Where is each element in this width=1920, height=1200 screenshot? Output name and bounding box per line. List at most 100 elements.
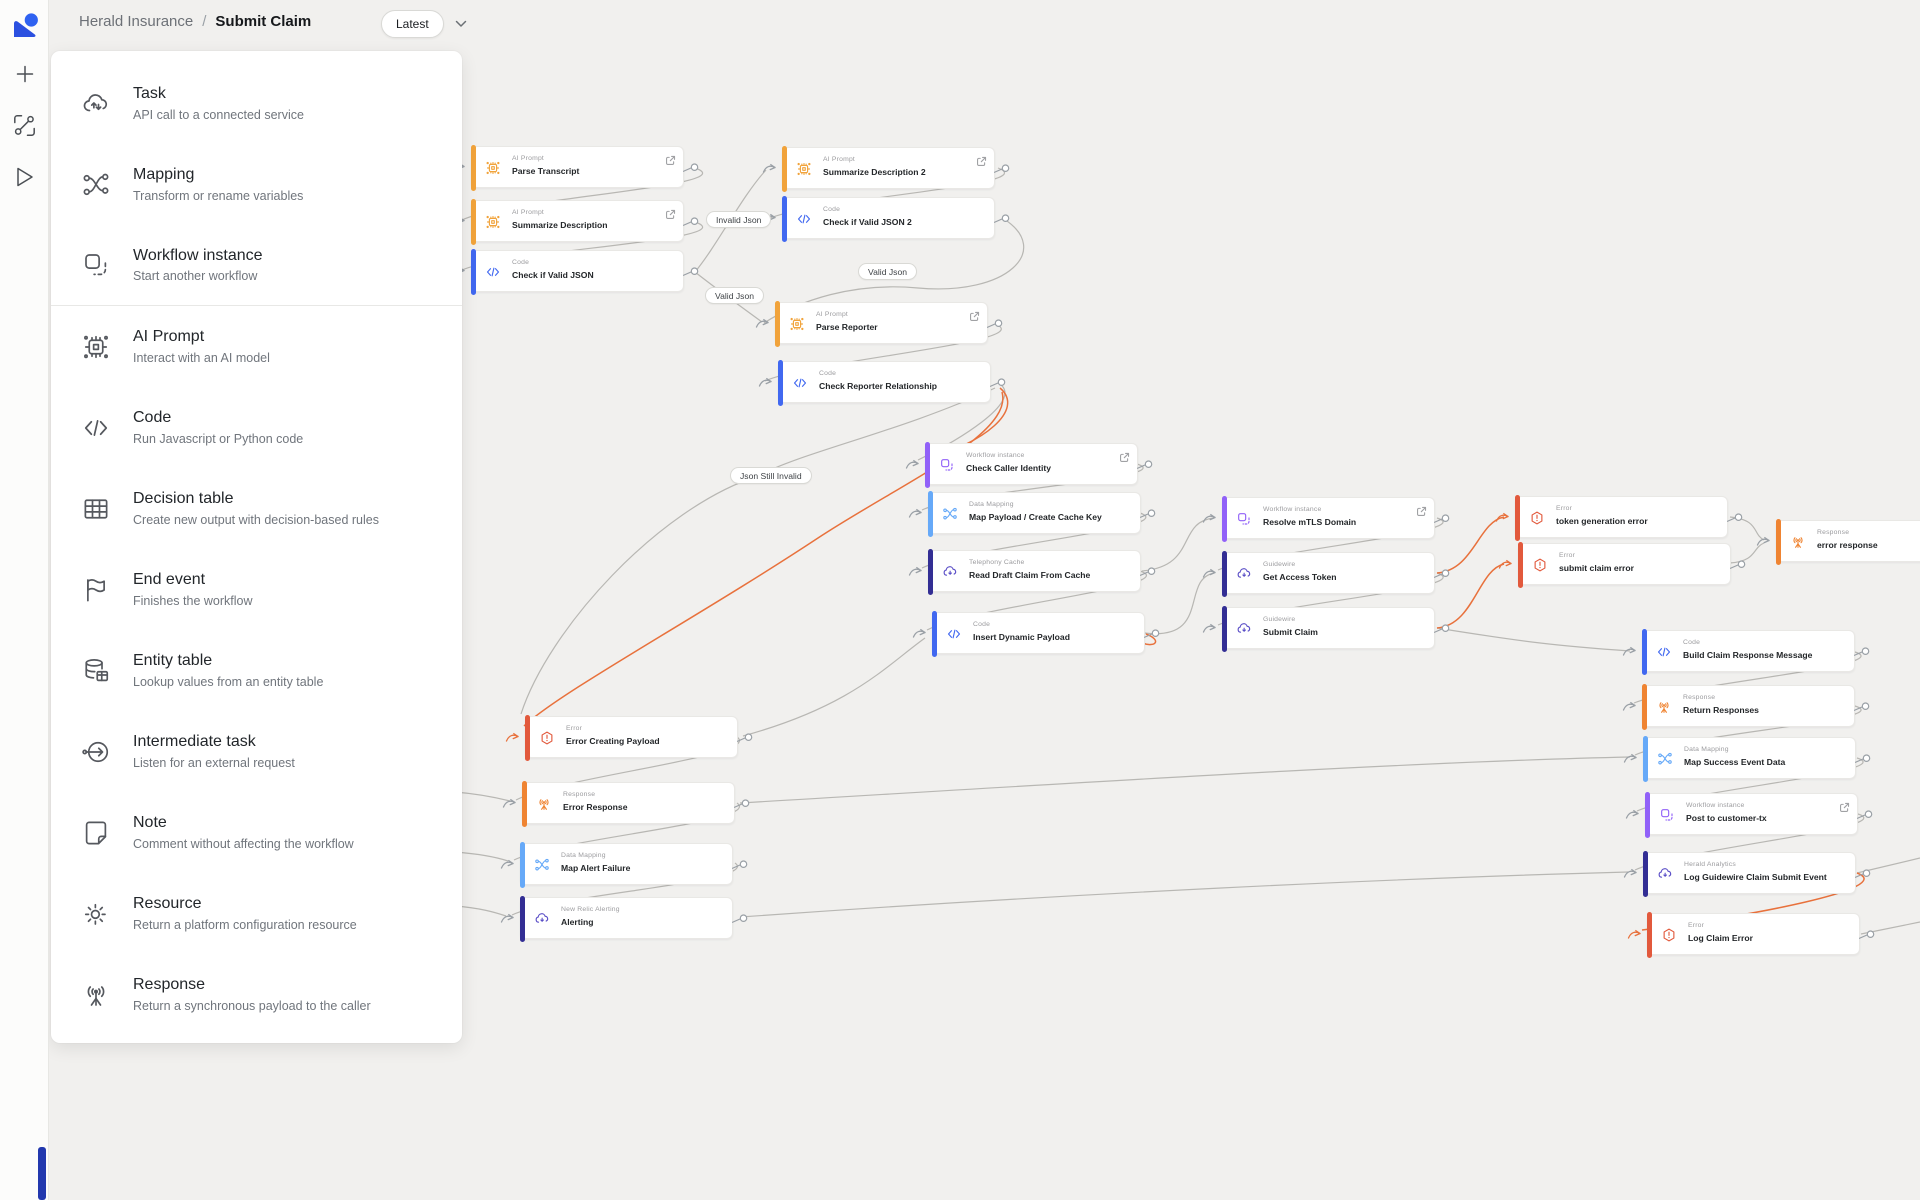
output-connector-icon[interactable] (990, 376, 1007, 394)
input-connector-icon[interactable] (1202, 511, 1217, 530)
palette-item-note[interactable]: NoteComment without affecting the workfl… (51, 792, 462, 873)
output-connector-icon[interactable] (737, 731, 754, 749)
output-connector-icon[interactable] (1137, 458, 1154, 476)
output-connector-icon[interactable] (994, 212, 1011, 230)
output-connector-icon[interactable] (683, 215, 700, 233)
input-connector-icon[interactable] (1202, 621, 1217, 640)
input-connector-icon[interactable] (1622, 644, 1637, 663)
input-connector-icon[interactable] (1495, 510, 1510, 529)
palette-item-mapping[interactable]: MappingTransform or rename variables (51, 144, 462, 225)
input-connector-icon[interactable] (762, 161, 777, 180)
palette-item-decision-table[interactable]: Decision tableCreate new output with dec… (51, 468, 462, 549)
open-external-icon[interactable] (1119, 450, 1130, 468)
node-check-caller-identity[interactable]: Workflow instanceCheck Caller Identity (925, 443, 1138, 485)
node-submit-claim-error[interactable]: Errorsubmit claim error (1518, 543, 1731, 585)
open-external-icon[interactable] (969, 309, 980, 327)
panel-scrollbar-thumb[interactable] (38, 1147, 46, 1200)
input-connector-icon[interactable] (912, 626, 927, 645)
palette-item-workflow-instance[interactable]: Workflow instanceStart another workflow (51, 225, 462, 306)
output-connector-icon[interactable] (734, 797, 751, 815)
palette-item-resource[interactable]: ResourceReturn a platform configuration … (51, 873, 462, 954)
output-connector-icon[interactable] (1857, 808, 1874, 826)
node-build-claim-response-message[interactable]: CodeBuild Claim Response Message (1642, 630, 1855, 672)
output-connector-icon[interactable] (1854, 645, 1871, 663)
input-connector-icon[interactable] (500, 857, 515, 876)
input-connector-icon[interactable] (1627, 927, 1642, 946)
input-connector-icon[interactable] (502, 796, 517, 815)
node-error-response-caller[interactable]: Responseerror response (1776, 520, 1920, 562)
input-connector-icon[interactable] (1622, 699, 1637, 718)
output-connector-icon[interactable] (732, 858, 749, 876)
node-check-if-valid-json-2[interactable]: CodeCheck if Valid JSON 2 (782, 197, 995, 239)
palette-item-ai-prompt[interactable]: AI PromptInteract with an AI model (51, 306, 462, 387)
output-connector-icon[interactable] (1859, 928, 1876, 946)
node-submit-claim[interactable]: GuidewireSubmit Claim (1222, 607, 1435, 649)
input-connector-icon[interactable] (908, 564, 923, 583)
open-external-icon[interactable] (665, 207, 676, 225)
node-resolve-mtls-domain[interactable]: Workflow instanceResolve mTLS Domain (1222, 497, 1435, 539)
node-get-access-token[interactable]: GuidewireGet Access Token (1222, 552, 1435, 594)
node-return-responses[interactable]: ResponseReturn Responses (1642, 685, 1855, 727)
palette-item-end-event[interactable]: End eventFinishes the workflow (51, 549, 462, 630)
chevron-down-icon[interactable] (455, 20, 467, 28)
input-connector-icon[interactable] (758, 375, 773, 394)
run-workflow-button[interactable] (0, 166, 49, 188)
workflow-graph-button[interactable] (0, 114, 49, 137)
output-connector-icon[interactable] (1855, 867, 1872, 885)
node-read-draft-claim-from-cache[interactable]: Telephony CacheRead Draft Claim From Cac… (928, 550, 1141, 592)
input-connector-icon[interactable] (1202, 566, 1217, 585)
add-node-button[interactable] (0, 64, 49, 84)
palette-item-code[interactable]: CodeRun Javascript or Python code (51, 387, 462, 468)
node-token-generation-error[interactable]: Errortoken generation error (1515, 496, 1728, 538)
node-insert-dynamic-payload[interactable]: CodeInsert Dynamic Payload (932, 612, 1145, 654)
output-connector-icon[interactable] (683, 265, 700, 283)
output-connector-icon[interactable] (1144, 627, 1161, 645)
palette-item-response[interactable]: ResponseReturn a synchronous payload to … (51, 954, 462, 1035)
node-log-guidewire-claim-submit-event[interactable]: Herald AnalyticsLog Guidewire Claim Subm… (1643, 852, 1856, 894)
open-external-icon[interactable] (665, 153, 676, 171)
app-logo-icon[interactable] (0, 11, 49, 41)
node-map-payload-create-cache-key[interactable]: Data MappingMap Payload / Create Cache K… (928, 492, 1141, 534)
output-connector-icon[interactable] (994, 162, 1011, 180)
input-connector-icon[interactable] (755, 316, 770, 335)
input-connector-icon[interactable] (905, 457, 920, 476)
input-connector-icon[interactable] (500, 911, 515, 930)
output-connector-icon[interactable] (1727, 511, 1744, 529)
output-connector-icon[interactable] (1140, 507, 1157, 525)
node-check-if-valid-json[interactable]: CodeCheck if Valid JSON (471, 250, 684, 292)
node-post-to-customer-tx[interactable]: Workflow instancePost to customer-tx (1645, 793, 1858, 835)
input-connector-icon[interactable] (1625, 807, 1640, 826)
node-parse-transcript[interactable]: AI PromptParse Transcript (471, 146, 684, 188)
node-error-creating-payload[interactable]: ErrorError Creating Payload (525, 716, 738, 758)
input-connector-icon[interactable] (1498, 557, 1513, 576)
output-connector-icon[interactable] (1434, 622, 1451, 640)
node-error-response[interactable]: ResponseError Response (522, 782, 735, 824)
input-connector-icon[interactable] (505, 730, 520, 749)
node-map-success-event-data[interactable]: Data MappingMap Success Event Data (1643, 737, 1856, 779)
output-connector-icon[interactable] (1855, 752, 1872, 770)
node-log-claim-error[interactable]: ErrorLog Claim Error (1647, 913, 1860, 955)
input-connector-icon[interactable] (1623, 866, 1638, 885)
input-connector-icon[interactable] (1623, 751, 1638, 770)
node-check-reporter-relationship[interactable]: CodeCheck Reporter Relationship (778, 361, 991, 403)
output-connector-icon[interactable] (683, 161, 700, 179)
open-external-icon[interactable] (1839, 800, 1850, 818)
output-connector-icon[interactable] (1730, 558, 1747, 576)
input-connector-icon[interactable] (908, 506, 923, 525)
node-summarize-description[interactable]: AI PromptSummarize Description (471, 200, 684, 242)
version-badge[interactable]: Latest (381, 10, 444, 38)
output-connector-icon[interactable] (1854, 700, 1871, 718)
output-connector-icon[interactable] (1434, 512, 1451, 530)
open-external-icon[interactable] (976, 154, 987, 172)
breadcrumb-parent-link[interactable]: Herald Insurance (79, 13, 193, 30)
node-parse-reporter[interactable]: AI PromptParse Reporter (775, 302, 988, 344)
palette-item-task[interactable]: TaskAPI call to a connected service (51, 63, 462, 144)
node-map-alert-failure[interactable]: Data MappingMap Alert Failure (520, 843, 733, 885)
output-connector-icon[interactable] (732, 912, 749, 930)
node-alerting[interactable]: New Relic AlertingAlerting (520, 897, 733, 939)
input-connector-icon[interactable] (1756, 534, 1771, 553)
palette-item-intermediate-task[interactable]: Intermediate taskListen for an external … (51, 711, 462, 792)
output-connector-icon[interactable] (1140, 565, 1157, 583)
output-connector-icon[interactable] (987, 317, 1004, 335)
open-external-icon[interactable] (1416, 504, 1427, 522)
